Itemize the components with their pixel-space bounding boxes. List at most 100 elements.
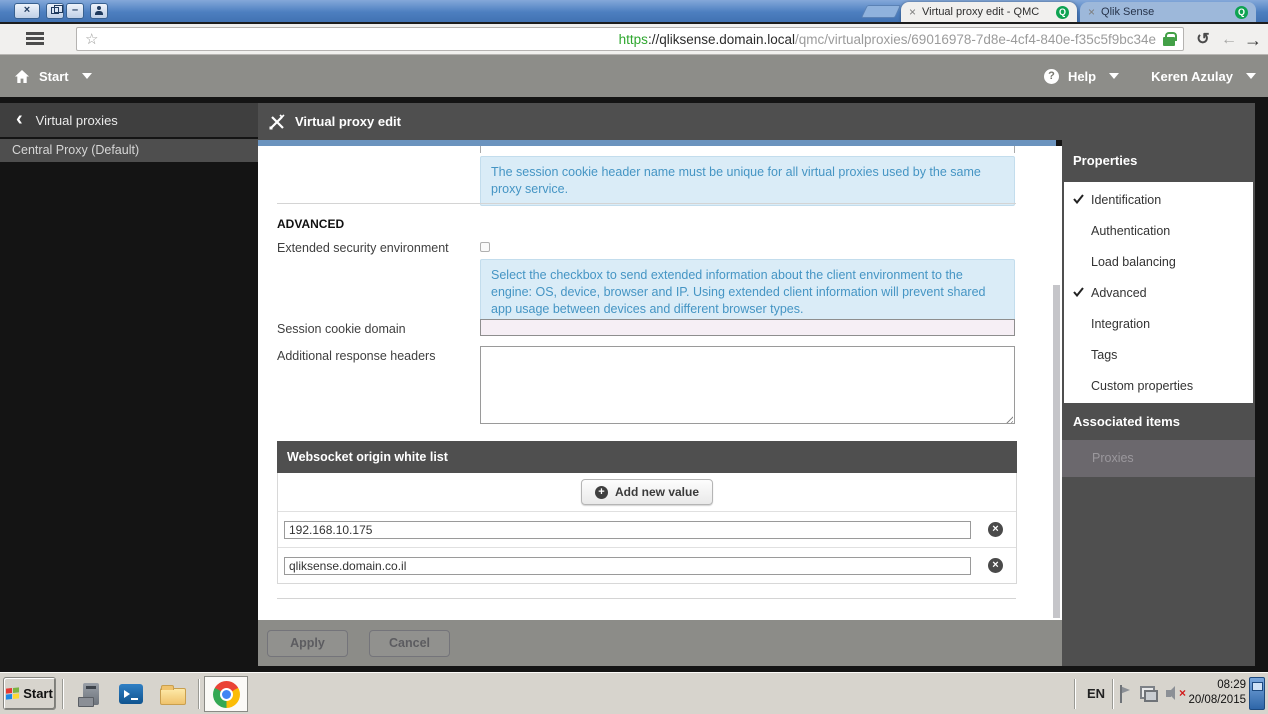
apply-button[interactable]: Apply (267, 630, 348, 657)
advanced-section-heading: ADVANCED (277, 217, 345, 231)
file-explorer-icon[interactable] (156, 679, 190, 709)
session-cookie-domain-label: Session cookie domain (277, 322, 406, 336)
user-menu[interactable]: Keren Azulay (1151, 69, 1233, 84)
add-new-value-label: Add new value (614, 485, 700, 499)
window-restore-button[interactable] (46, 3, 64, 19)
bookmark-star-icon[interactable]: ☆ (85, 32, 98, 47)
powershell-icon[interactable] (114, 679, 148, 709)
clock-date: 20/08/2015 (1188, 694, 1246, 706)
action-center-flag-icon[interactable] (1120, 685, 1132, 703)
close-icon[interactable]: × (1088, 6, 1095, 18)
taskbar-divider (1074, 679, 1076, 709)
volume-muted-icon[interactable]: × (1166, 686, 1186, 702)
window-titlebar: × – × Virtual proxy edit - QMC Q × Qlik … (0, 0, 1268, 22)
reload-button[interactable]: ↺ (1192, 29, 1214, 51)
cancel-button[interactable]: Cancel (369, 630, 450, 657)
chevron-down-icon[interactable] (1109, 73, 1120, 79)
additional-response-headers-label: Additional response headers (277, 349, 436, 363)
right-sidebar: Properties Identification Authentication… (1062, 103, 1255, 666)
chrome-icon (212, 680, 240, 708)
divider (277, 598, 1016, 599)
taskbar-divider (62, 679, 64, 709)
chrome-taskbar-button[interactable] (204, 676, 248, 712)
restore-icon (51, 5, 63, 14)
start-menu[interactable]: Start (14, 55, 92, 97)
delete-value-button[interactable]: × (988, 558, 1003, 573)
session-cookie-domain-input[interactable] (480, 319, 1015, 336)
home-icon (15, 69, 29, 83)
extended-security-label: Extended security environment (277, 241, 449, 255)
minimize-icon: – (71, 4, 79, 16)
url-bar[interactable]: ☆ https://qliksense.domain.local/qmc/vir… (76, 27, 1184, 51)
properties-title: Properties (1073, 153, 1138, 168)
url-text: https://qliksense.domain.local/qmc/virtu… (619, 32, 1156, 47)
additional-response-headers-textarea[interactable] (480, 346, 1015, 424)
start-button[interactable]: Start (3, 677, 56, 710)
properties-item-load-balancing[interactable]: Load balancing (1064, 246, 1253, 277)
websocket-whitelist-body: + Add new value × × (277, 473, 1017, 584)
main-panel: Virtual proxy edit The session cookie he… (258, 103, 1062, 666)
properties-item-advanced[interactable]: Advanced (1064, 277, 1253, 308)
tab-label: Qlik Sense (1101, 6, 1155, 18)
url-scheme: https (618, 31, 648, 47)
chevron-left-icon: ‹ (16, 108, 23, 130)
close-icon[interactable]: × (909, 6, 916, 18)
properties-item-custom-properties[interactable]: Custom properties (1064, 370, 1253, 401)
window-close-button[interactable]: × (14, 3, 40, 19)
form-content: The session cookie header name must be u… (258, 146, 1062, 620)
taskbar-clock[interactable]: 08:29 20/08/2015 (1186, 678, 1246, 708)
tab-label: Virtual proxy edit - QMC (922, 6, 1040, 18)
back-to-virtual-proxies[interactable]: ‹ Virtual proxies (0, 103, 258, 137)
properties-item-label: Tags (1091, 347, 1118, 362)
screen: × – × Virtual proxy edit - QMC Q × Qlik … (0, 0, 1268, 714)
whitelist-value-input[interactable] (284, 520, 971, 539)
back-button[interactable]: ← (1218, 29, 1240, 51)
browser-toolbar: ☆ https://qliksense.domain.local/qmc/vir… (0, 24, 1268, 55)
reload-icon: ↺ (1196, 31, 1210, 48)
server-manager-icon[interactable] (74, 679, 108, 709)
url-host: ://qliksense.domain.local (647, 31, 796, 47)
extended-security-checkbox[interactable] (480, 242, 490, 252)
properties-item-integration[interactable]: Integration (1064, 308, 1253, 339)
whitelist-row: × (278, 547, 1016, 583)
divider (277, 203, 1016, 204)
network-icon[interactable] (1140, 686, 1158, 702)
associated-items-title: Associated items (1073, 414, 1180, 429)
properties-item-label: Integration (1091, 316, 1151, 331)
whitelist-value-input[interactable] (284, 556, 971, 575)
tab-qlik-sense[interactable]: × Qlik Sense Q (1080, 2, 1256, 22)
sidebar-back-label: Virtual proxies (35, 112, 118, 128)
sidebar-item-central-proxy[interactable]: Central Proxy (Default) (0, 139, 258, 162)
add-new-value-button[interactable]: + Add new value (580, 479, 714, 505)
user-icon (94, 6, 104, 16)
new-tab-button[interactable] (860, 5, 902, 18)
associated-item-proxies[interactable]: Proxies (1062, 440, 1255, 477)
menu-icon[interactable] (26, 32, 44, 46)
session-cookie-info: The session cookie header name must be u… (480, 156, 1015, 206)
edit-tools-icon (269, 113, 285, 129)
help-menu[interactable]: Help (1068, 69, 1096, 84)
back-icon: ← (1221, 31, 1237, 48)
system-tray: × (1120, 681, 1186, 707)
language-indicator[interactable]: EN (1082, 681, 1110, 707)
window-user-button[interactable] (90, 3, 108, 19)
forward-button[interactable]: → (1242, 29, 1264, 51)
left-sidebar: ‹ Virtual proxies Central Proxy (Default… (0, 97, 258, 672)
ssl-padlock-icon[interactable] (1163, 31, 1177, 46)
close-icon: × (23, 4, 31, 16)
taskbar-divider (1112, 679, 1114, 709)
cutoff-input-remnant[interactable] (480, 146, 1015, 153)
page-title: Virtual proxy edit (295, 114, 401, 129)
properties-item-tags[interactable]: Tags (1064, 339, 1253, 370)
start-button-label: Start (23, 686, 53, 701)
delete-value-button[interactable]: × (988, 522, 1003, 537)
chevron-down-icon[interactable] (1246, 73, 1256, 79)
qmc-top-nav: Start ? Help Keren Azulay (0, 55, 1268, 97)
show-desktop-button[interactable] (1249, 677, 1265, 710)
properties-item-authentication[interactable]: Authentication (1064, 215, 1253, 246)
window-minimize-button[interactable]: – (66, 3, 84, 19)
clock-time: 08:29 (1217, 679, 1246, 691)
properties-item-identification[interactable]: Identification (1064, 184, 1253, 215)
vertical-scrollbar[interactable] (1053, 285, 1060, 618)
tab-virtual-proxy-edit[interactable]: × Virtual proxy edit - QMC Q (901, 2, 1077, 22)
